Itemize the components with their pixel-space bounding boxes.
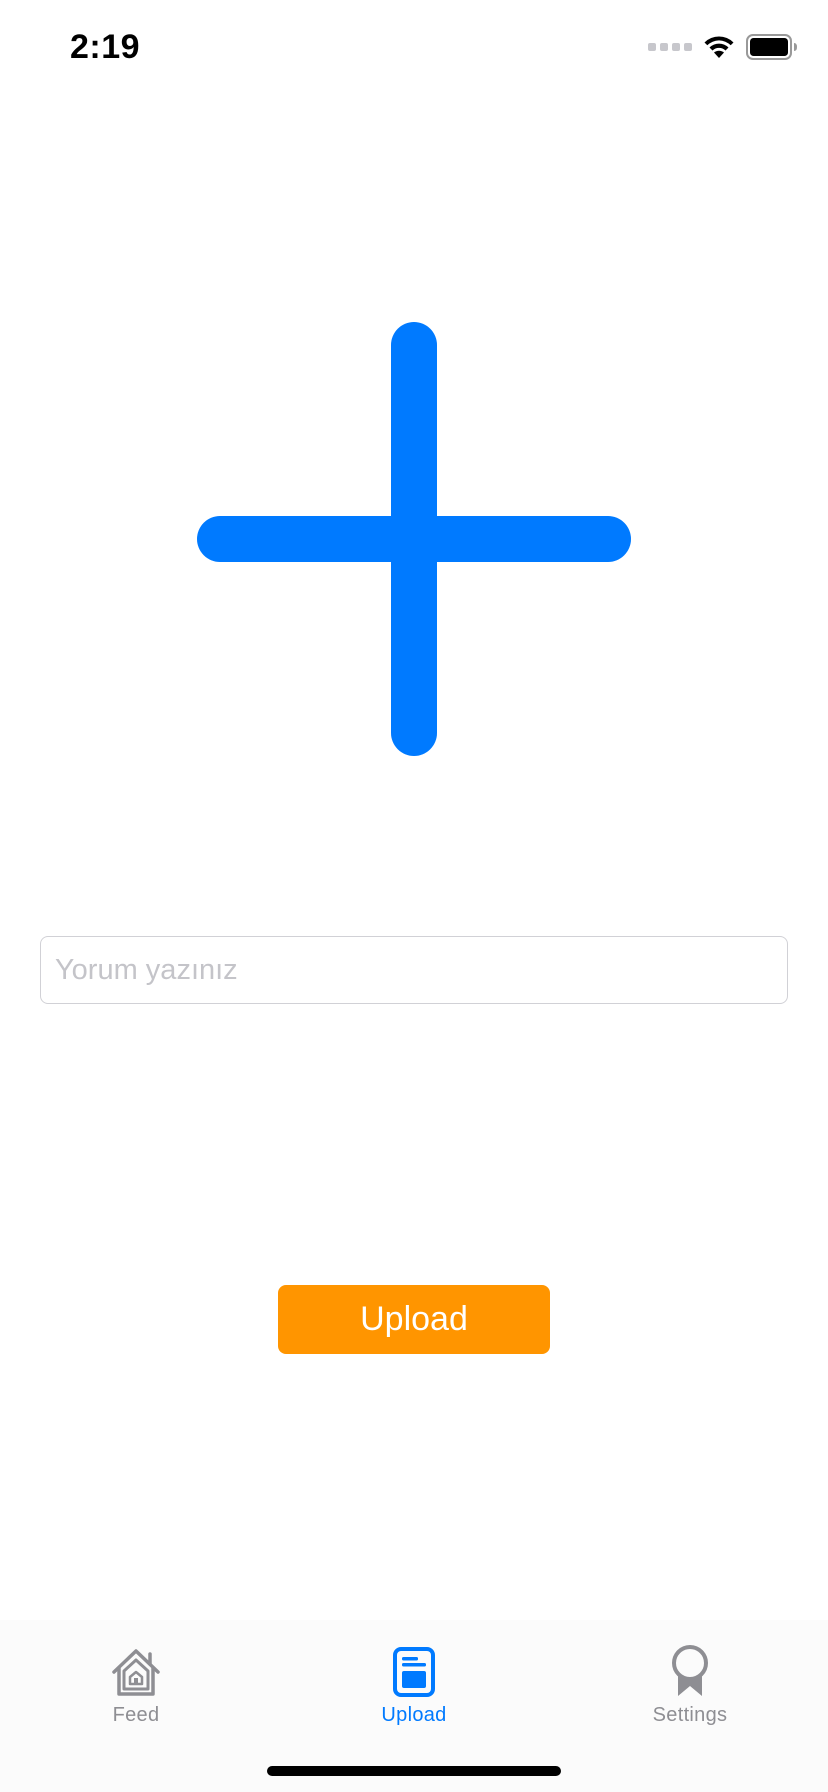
wifi-icon (702, 34, 736, 60)
cellular-signal-icon (648, 43, 692, 51)
upload-icon (392, 1640, 436, 1698)
battery-icon (746, 34, 798, 60)
settings-icon (668, 1640, 712, 1698)
upload-screen: 2:19 Upload (0, 0, 828, 1792)
status-icons (648, 34, 798, 60)
tab-settings[interactable]: Settings (600, 1640, 780, 1740)
home-indicator[interactable] (267, 1766, 561, 1776)
plus-icon[interactable] (197, 322, 631, 756)
tab-upload[interactable]: Upload (324, 1640, 504, 1740)
comment-input[interactable] (40, 936, 788, 1004)
tab-label-settings: Settings (652, 1704, 728, 1726)
home-icon (108, 1640, 164, 1698)
tab-label-upload: Upload (381, 1704, 447, 1726)
tab-label-feed: Feed (112, 1704, 160, 1726)
status-time: 2:19 (70, 28, 141, 66)
upload-button[interactable]: Upload (278, 1285, 550, 1354)
tab-feed[interactable]: Feed (46, 1640, 226, 1740)
